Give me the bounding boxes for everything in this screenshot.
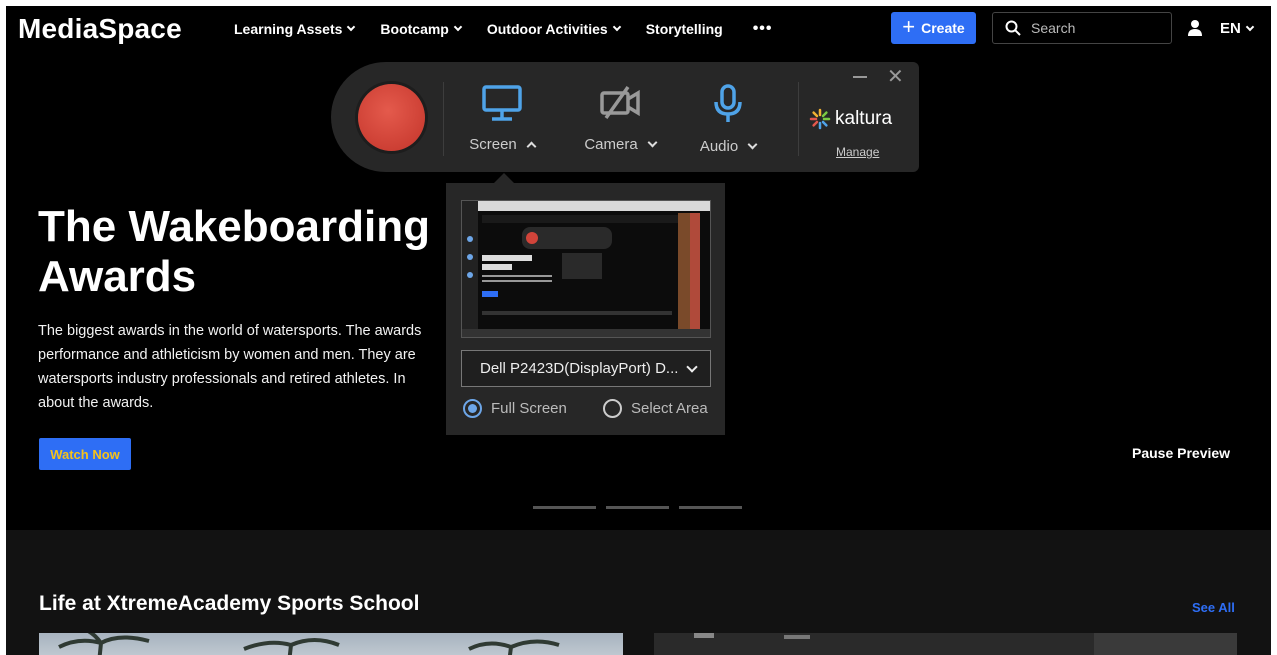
display-select-value: Dell P2423D(DisplayPort) D... [480,360,679,377]
nav-more-button[interactable]: ••• [753,20,773,38]
divider [798,82,799,156]
create-label: Create [921,20,965,36]
divider [443,82,444,156]
screen-preview [461,200,711,338]
display-select[interactable]: Dell P2423D(DisplayPort) D... [461,350,711,387]
see-all-link[interactable]: See All [1192,600,1235,615]
chevron-down-icon [612,22,621,32]
carousel-dot[interactable] [679,506,742,509]
content-section: Life at XtremeAcademy Sports School See … [6,530,1271,655]
pause-preview-button[interactable]: Pause Preview [1132,445,1230,461]
record-button[interactable] [358,84,425,151]
screen-preview-thumbnail [462,201,710,337]
select-area-label: Select Area [631,400,708,417]
camera-label: Camera [570,136,670,153]
chevron-down-icon [686,361,698,373]
nav-menu: Learning Assets Bootcamp Outdoor Activit… [234,20,799,38]
nav-item-storytelling[interactable]: Storytelling [646,21,723,37]
manage-link[interactable]: Manage [836,145,879,159]
chevron-down-icon [453,22,463,32]
kaltura-brand: kaltura [835,108,893,129]
nav-item-label: Bootcamp [380,21,449,37]
section-title: Life at XtremeAcademy Sports School [39,592,420,615]
carousel-dot[interactable] [533,506,596,509]
hero-desc-line: performance and athleticism by women and… [38,347,416,363]
microphone-icon [714,84,742,122]
screen-label-text: Screen [469,136,517,153]
kaltura-recorder-toolbar: Screen Camera Audio ✕ kaltura Manage [331,62,919,172]
hero-desc-line: about the awards. [38,395,154,411]
kaltura-burst-icon [809,108,831,130]
audio-label: Audio [678,138,778,155]
screen-tool[interactable]: Screen [452,84,552,153]
browser-viewport: MediaSpace Learning Assets Bootcamp Outd… [6,6,1271,655]
top-navigation: MediaSpace Learning Assets Bootcamp Outd… [6,6,1271,52]
chevron-down-icon [1245,22,1255,31]
nav-item-label: Storytelling [645,21,723,37]
full-screen-option[interactable]: Full Screen [463,399,567,418]
kaltura-logo: kaltura [809,108,892,130]
camera-label-text: Camera [584,136,638,153]
room-image [694,633,1237,655]
full-screen-label: Full Screen [491,400,567,417]
hero-description: The biggest awards in the world of water… [38,319,448,415]
plus-icon: + [902,14,916,39]
language-label: EN [1220,20,1241,37]
nav-item-outdoor-activities[interactable]: Outdoor Activities [486,21,621,37]
create-button[interactable]: + Create [891,12,976,44]
search-icon [1005,20,1021,36]
radio-selected[interactable] [463,399,482,418]
chevron-up-icon [526,141,537,152]
camera-tool[interactable]: Camera [570,84,670,153]
user-icon[interactable] [1187,19,1203,37]
carousel-dot[interactable] [606,506,669,509]
carousel-indicators [533,506,752,509]
nav-item-bootcamp[interactable]: Bootcamp [380,21,463,37]
palm-tree-image [58,633,560,655]
camera-off-icon [600,85,640,120]
watch-now-button[interactable]: Watch Now [39,438,131,470]
audio-tool[interactable]: Audio [678,84,778,155]
nav-item-learning-assets[interactable]: Learning Assets [234,21,356,37]
hero-title-line: Awards [38,252,197,301]
nav-item-label: Learning Assets [234,21,343,37]
minimize-icon[interactable] [853,76,867,78]
nav-item-label: Outdoor Activities [486,21,608,37]
search-box[interactable] [992,12,1172,44]
search-input[interactable] [1031,20,1161,36]
monitor-icon [482,85,522,121]
chevron-down-icon [347,22,356,32]
screen-label: Screen [452,136,552,153]
hero-title: The Wakeboarding Awards [38,202,448,302]
screen-source-panel: Dell P2423D(DisplayPort) D... Full Scree… [446,183,725,435]
media-thumbnail[interactable] [39,633,623,655]
language-selector[interactable]: EN [1220,20,1255,37]
media-thumbnail[interactable] [654,633,1237,655]
select-area-option[interactable]: Select Area [603,399,708,418]
chevron-down-icon [647,137,658,148]
radio-unselected[interactable] [603,399,622,418]
chevron-down-icon [747,139,758,150]
close-icon[interactable]: ✕ [887,67,904,87]
audio-label-text: Audio [699,138,739,155]
hero-title-line: The Wakeboarding [38,202,430,251]
hero-desc-line: watersports industry professionals and r… [38,371,406,387]
hero-desc-line: The biggest awards in the world of water… [38,323,422,339]
mediaspace-logo[interactable]: MediaSpace [18,13,182,45]
